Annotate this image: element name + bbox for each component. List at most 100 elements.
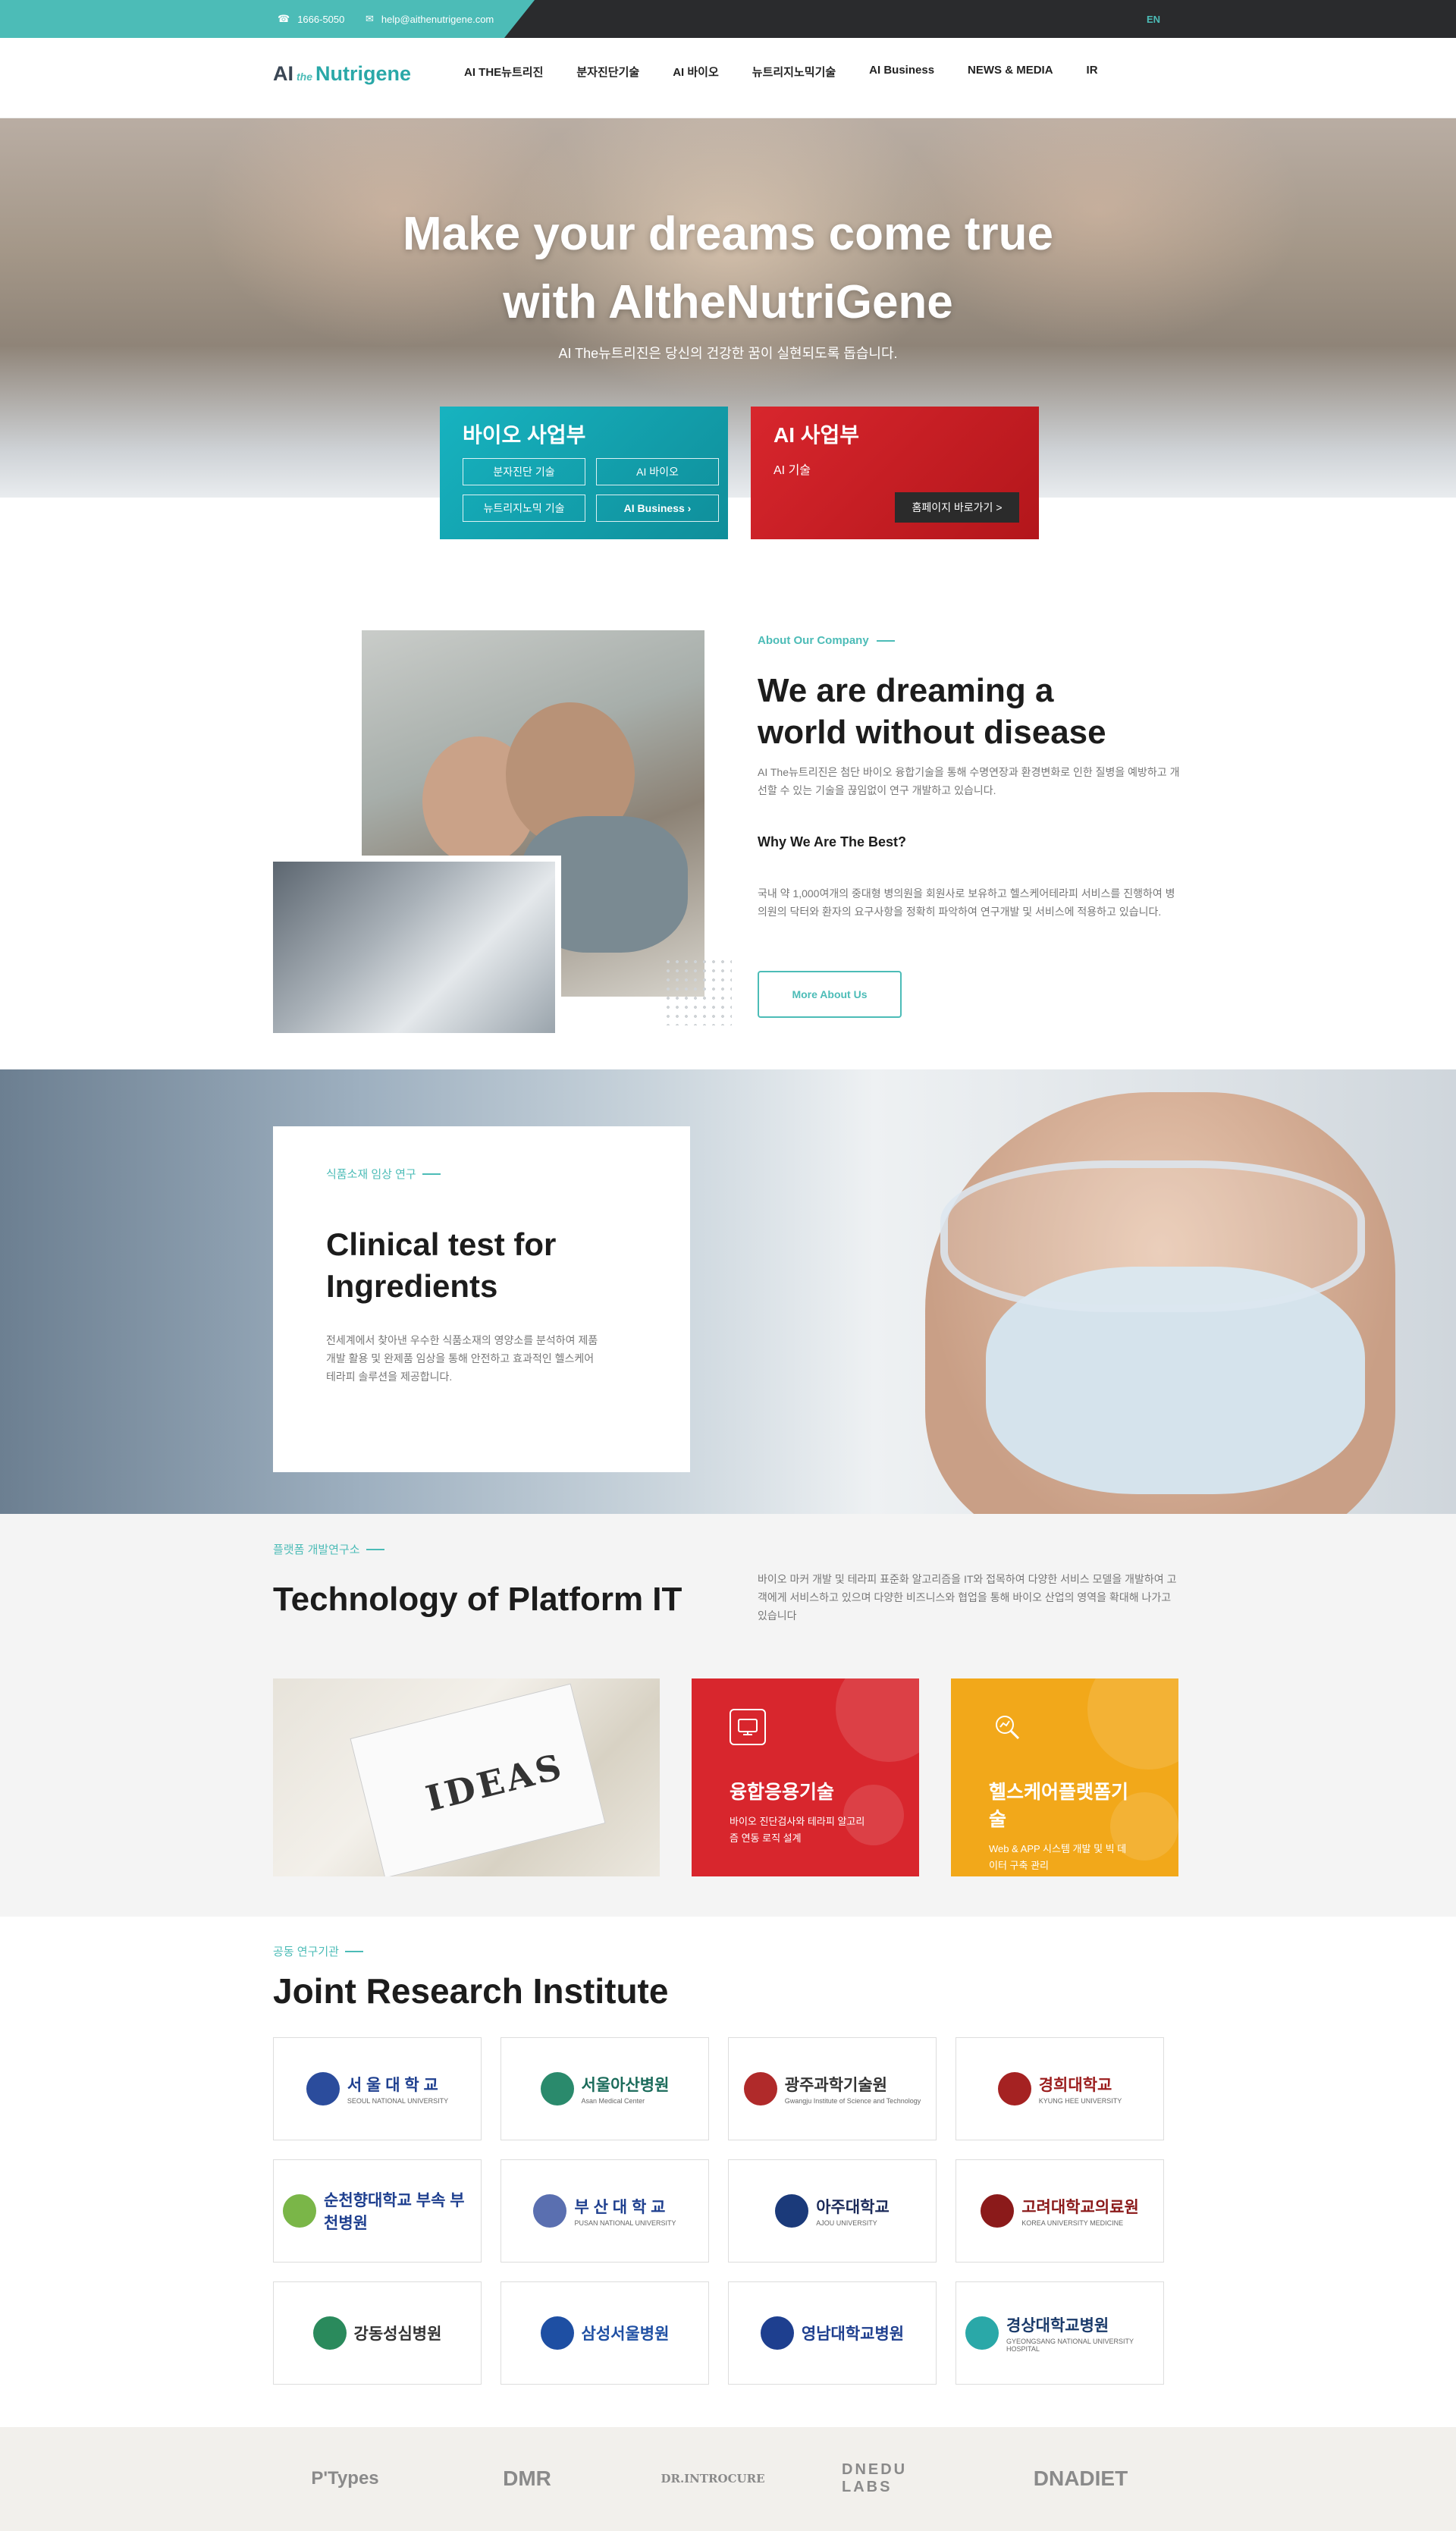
institute-name: 순천향대학교 부속 부천병원 xyxy=(324,2192,465,2232)
institute-emblem-icon xyxy=(283,2194,316,2228)
decorative-circle xyxy=(1087,1678,1178,1770)
institute-logo[interactable]: 고려대학교의료원 KOREA UNIVERSITY MEDICINE xyxy=(956,2159,1164,2263)
institute-emblem-icon xyxy=(997,2072,1031,2106)
ai-bio-button[interactable]: AI 바이오 xyxy=(596,458,719,485)
institute-english-name: KYUNG HEE UNIVERSITY xyxy=(1038,2097,1122,2105)
institute-logo[interactable]: 삼성서울병원 xyxy=(500,2281,709,2385)
ai-business-button[interactable]: AI Business › xyxy=(596,495,719,522)
institute-text: 삼성서울병원 xyxy=(582,2322,670,2344)
molecular-diagnosis-button[interactable]: 분자진단 기술 xyxy=(463,458,585,485)
institute-english-name: SEOUL NATIONAL UNIVERSITY xyxy=(347,2097,449,2105)
monitor-icon xyxy=(730,1709,766,1745)
decorative-circle xyxy=(1110,1792,1178,1861)
about-title-line1: We are dreaming a xyxy=(758,672,1054,709)
partner-logo-drintrocure[interactable]: DR.INTROCURE xyxy=(652,2456,774,2501)
institute-text: 부 산 대 학 교 PUSAN NATIONAL UNIVERSITY xyxy=(574,2195,676,2227)
partner-logo-dmr[interactable]: DMR xyxy=(470,2456,584,2501)
clinical-title-line2: Ingredients xyxy=(326,1268,498,1304)
scientist-goggles xyxy=(940,1160,1365,1312)
institute-name: 경희대학교 xyxy=(1038,2077,1112,2094)
nav-item-ir[interactable]: IR xyxy=(1087,64,1098,80)
nav-item-company[interactable]: AI THE뉴트리진 xyxy=(464,64,543,80)
ideas-photo: IDEAS xyxy=(273,1678,660,1876)
institute-grid: 서 울 대 학 교 SEOUL NATIONAL UNIVERSITY 서울아산병원… xyxy=(273,2037,1183,2386)
institute-text: 강동성심병원 xyxy=(354,2322,442,2344)
institute-logo[interactable]: 경희대학교 KYUNG HEE UNIVERSITY xyxy=(956,2037,1164,2140)
institute-name: 강동성심병원 xyxy=(353,2325,442,2343)
hero-title-line2: with AItheNutriGene xyxy=(503,276,953,328)
institute-logo[interactable]: 광주과학기술원 Gwangju Institute of Science and … xyxy=(728,2037,937,2140)
about-title-line2: world without disease xyxy=(758,714,1106,751)
platform-tag-label: 플랫폼 개발연구소 xyxy=(273,1543,360,1556)
institute-emblem-icon xyxy=(533,2194,567,2228)
bio-division-card: 바이오 사업부 분자진단 기술 AI 바이오 뉴트리지노믹 기술 AI Busi… xyxy=(440,407,728,539)
institute-emblem-icon xyxy=(312,2316,347,2350)
institute-emblem-icon xyxy=(540,2072,574,2106)
why-description: 국내 약 1,000여개의 중대형 병의원을 회원사로 보유하고 헬스케어테라피… xyxy=(758,887,1175,918)
clinical-description: 전세계에서 찾아낸 우수한 식품소재의 영양소를 분석하여 제품 개발 활용 및… xyxy=(326,1334,598,1383)
nav-item-nutrigenomics[interactable]: 뉴트리지노믹기술 xyxy=(752,64,836,80)
institute-name: 서울아산병원 xyxy=(581,2077,670,2094)
joint-title: Joint Research Institute xyxy=(273,1971,669,2011)
tag-line xyxy=(366,1548,384,1550)
institute-emblem-icon xyxy=(743,2072,777,2106)
clinical-tag: 식품소재 임상 연구 xyxy=(326,1166,441,1182)
site-logo[interactable]: AI the Nutrigene xyxy=(273,62,411,86)
nav-item-news-media[interactable]: NEWS & MEDIA xyxy=(968,64,1053,80)
institute-name: 고려대학교의료원 xyxy=(1021,2199,1139,2216)
language-switch[interactable]: EN xyxy=(1147,0,1160,38)
partner-logo-dnadiet[interactable]: DNADIET xyxy=(1016,2456,1145,2501)
nav-item-molecular-diagnosis[interactable]: 분자진단기술 xyxy=(576,64,639,80)
clinical-tag-label: 식품소재 임상 연구 xyxy=(326,1168,416,1181)
institute-text: 서 울 대 학 교 SEOUL NATIONAL UNIVERSITY xyxy=(347,2073,448,2105)
partner-logo-dnedu[interactable]: DNEDU LABS xyxy=(842,2456,956,2501)
clinical-card: 식품소재 임상 연구 Clinical test for Ingredients… xyxy=(273,1126,690,1472)
homepage-link-button[interactable]: 홈페이지 바로가기 > xyxy=(895,492,1019,523)
joint-tag-label: 공동 연구기관 xyxy=(273,1945,339,1958)
partner-logo-ptypes[interactable]: P'Types xyxy=(288,2456,402,2501)
phone-contact[interactable]: ☎ 1666-5050 xyxy=(278,0,344,38)
institute-logo[interactable]: 경상대학교병원 GYEONGSANG NATIONAL UNIVERSITY HO… xyxy=(956,2281,1164,2385)
logo-name: Nutrigene xyxy=(315,62,412,85)
logo-ai: AI xyxy=(273,62,293,85)
institute-logo[interactable]: 부 산 대 학 교 PUSAN NATIONAL UNIVERSITY xyxy=(500,2159,709,2263)
tag-line xyxy=(876,639,895,642)
ai-division-title: AI 사업부 xyxy=(774,423,860,447)
hero-title-line1: Make your dreams come true xyxy=(402,208,1053,260)
healthcare-platform-tile[interactable]: 헬스케어플랫폼기술 Web & APP 시스템 개발 및 빅 데이터 구축 관리 xyxy=(951,1678,1178,1876)
institute-name: 광주과학기술원 xyxy=(784,2077,888,2094)
joint-tag: 공동 연구기관 xyxy=(273,1943,363,1959)
mail-icon: ✉ xyxy=(366,13,374,24)
clinical-title: Clinical test for Ingredients xyxy=(326,1223,645,1307)
institute-name: 영남대학교병원 xyxy=(801,2325,905,2343)
hero-title: Make your dreams come true with AItheNut… xyxy=(0,200,1456,337)
decorative-dots xyxy=(664,957,732,1025)
decorative-circle xyxy=(836,1678,919,1762)
institute-english-name: GYEONGSANG NATIONAL UNIVERSITY HOSPITAL xyxy=(1006,2338,1134,2353)
institute-emblem-icon xyxy=(981,2194,1015,2228)
institute-logo[interactable]: 순천향대학교 부속 부천병원 xyxy=(273,2159,482,2263)
institute-logo[interactable]: 서 울 대 학 교 SEOUL NATIONAL UNIVERSITY xyxy=(273,2037,482,2140)
institute-english-name: Gwangju Institute of Science and Technol… xyxy=(784,2097,921,2105)
lab-microscope-photo xyxy=(273,856,561,1033)
institute-logo[interactable]: 강동성심병원 xyxy=(273,2281,482,2385)
email-address: help@aithenutrigene.com xyxy=(381,13,494,25)
institute-text: 광주과학기술원 Gwangju Institute of Science and … xyxy=(785,2073,921,2105)
institute-emblem-icon xyxy=(965,2316,999,2350)
institute-english-name: Asan Medical Center xyxy=(581,2097,645,2105)
about-description: AI The뉴트리진은 첨단 바이오 융합기술을 통해 수명연장과 환경변화로 … xyxy=(758,766,1180,796)
nav-item-ai-bio[interactable]: AI 바이오 xyxy=(673,64,719,80)
institute-logo[interactable]: 서울아산병원 Asan Medical Center xyxy=(500,2037,709,2140)
institute-logo[interactable]: 영남대학교병원 xyxy=(728,2281,937,2385)
institute-english-name: PUSAN NATIONAL UNIVERSITY xyxy=(574,2219,676,2227)
more-about-button[interactable]: More About Us xyxy=(758,971,902,1018)
nav-item-ai-business[interactable]: AI Business xyxy=(869,64,934,80)
convergence-tech-tile[interactable]: 융합응용기술 바이오 진단검사와 테라피 알고리즘 연동 로직 설계 xyxy=(692,1678,919,1876)
main-nav: AI THE뉴트리진 분자진단기술 AI 바이오 뉴트리지노믹기술 AI Bus… xyxy=(464,64,1098,80)
institute-name: 아주대학교 xyxy=(816,2199,890,2216)
institute-logo[interactable]: 아주대학교 AJOU UNIVERSITY xyxy=(728,2159,937,2263)
email-contact[interactable]: ✉ help@aithenutrigene.com xyxy=(366,0,494,38)
platform-title: Technology of Platform IT xyxy=(273,1581,682,1618)
nutrigenomics-button[interactable]: 뉴트리지노믹 기술 xyxy=(463,495,585,522)
clinical-banner xyxy=(0,1069,1456,1514)
